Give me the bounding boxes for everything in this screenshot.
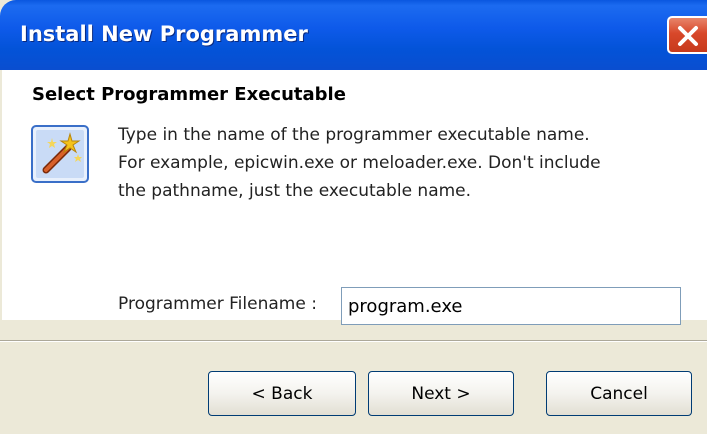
section-title: Select Programmer Executable (32, 84, 346, 105)
close-button[interactable] (667, 16, 707, 54)
back-button[interactable]: < Back (208, 371, 356, 416)
cancel-button[interactable]: Cancel (546, 371, 692, 416)
footer-divider (0, 340, 707, 342)
description-line-1: Type in the name of the programmer execu… (118, 125, 590, 145)
window-title: Install New Programmer (20, 22, 308, 46)
next-button[interactable]: Next > (368, 371, 514, 416)
filename-input[interactable] (341, 287, 681, 325)
description-line-3: the pathname, just the executable name. (118, 181, 472, 201)
filename-label: Programmer Filename : (118, 294, 317, 314)
description-line-2: For example, epicwin.exe or meloader.exe… (118, 153, 601, 173)
title-bar[interactable]: Install New Programmer (0, 0, 707, 70)
wizard-wand-icon (31, 125, 89, 183)
install-programmer-dialog: Install New Programmer Select Programmer… (0, 0, 707, 434)
close-icon (678, 26, 698, 46)
